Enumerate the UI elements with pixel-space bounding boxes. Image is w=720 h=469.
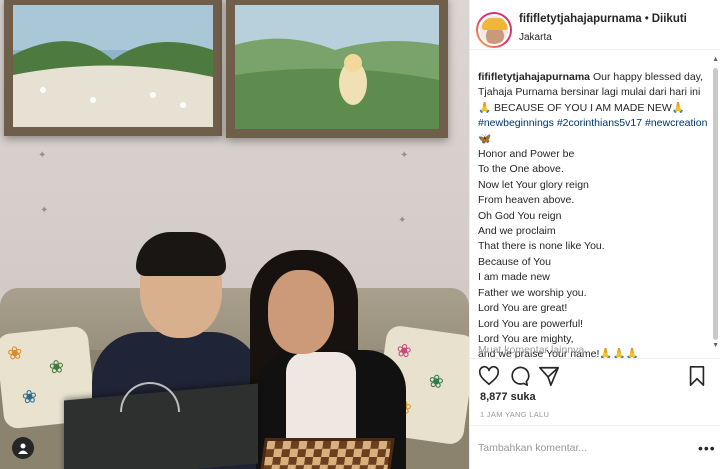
- wall-decoration: ✦: [398, 215, 407, 226]
- separator-dot: •: [644, 13, 649, 25]
- share-icon[interactable]: [538, 365, 560, 387]
- comment-input[interactable]: [478, 440, 678, 456]
- caption-line: Lord You are powerful!: [478, 317, 584, 330]
- person-woman-face: [268, 270, 334, 354]
- post-sidebar: fififletytjahajapurnama • Diikuti Jakarta …: [469, 0, 720, 469]
- hashtag-link[interactable]: #2corinthians5v17: [557, 117, 642, 129]
- location-link[interactable]: Jakarta: [519, 32, 552, 43]
- avatar[interactable]: [478, 14, 510, 46]
- caption-line: Lord You are great!: [478, 302, 568, 315]
- story-ring[interactable]: [476, 12, 512, 48]
- caption-line: Because of You: [478, 255, 551, 268]
- hashtag-link[interactable]: #newbeginnings: [478, 117, 554, 129]
- post-photo[interactable]: ✦ ✦ ✦ ✦ ❀ ❀ ❀ ❀ ❀ ❀: [0, 0, 469, 469]
- more-options-button[interactable]: •••: [698, 440, 716, 456]
- painting-right: [226, 0, 448, 138]
- caption-line: I am made new: [478, 271, 550, 284]
- caption-emoji: 🦋: [478, 132, 492, 145]
- painting-left: [4, 0, 222, 136]
- bookmark-icon[interactable]: [686, 365, 708, 387]
- load-more-comments-link[interactable]: Muat komentar lainnya: [478, 344, 584, 356]
- caption: fififletytjahajapurnama Our happy blesse…: [478, 70, 714, 363]
- post-header: fififletytjahajapurnama • Diikuti Jakarta: [470, 0, 720, 50]
- scroll-down-arrow-icon[interactable]: ▼: [712, 342, 719, 349]
- wall-decoration: ✦: [400, 150, 409, 161]
- action-bar: [470, 358, 720, 390]
- wall-decoration: ✦: [38, 150, 47, 161]
- caption-line: Honor and Power be: [478, 148, 575, 161]
- caption-line: Father we worship you.: [478, 286, 587, 299]
- comment-form: •••: [470, 425, 720, 469]
- caption-line: From heaven above.: [478, 194, 575, 207]
- caption-username[interactable]: fififletytjahajapurnama: [478, 71, 590, 83]
- chess-board: [259, 438, 395, 469]
- person-boy-hair: [136, 232, 226, 276]
- caption-line: And we proclaim: [478, 225, 556, 238]
- likes-count[interactable]: 8,877 suka: [480, 391, 536, 403]
- scrollbar-thumb[interactable]: [713, 68, 718, 340]
- caption-line: Oh God You reign: [478, 209, 562, 222]
- caption-line: That there is none like You.: [478, 240, 605, 253]
- caption-line: To the One above.: [478, 163, 564, 176]
- comment-icon[interactable]: [508, 365, 530, 387]
- username-link[interactable]: fififletytjahajapurnama: [519, 13, 642, 25]
- hashtag-link[interactable]: #newcreation: [645, 117, 707, 129]
- post-timestamp[interactable]: 1 JAM YANG LALU: [480, 410, 549, 419]
- follow-status-button[interactable]: Diikuti: [652, 13, 687, 25]
- scroll-up-arrow-icon[interactable]: ▲: [712, 56, 719, 63]
- heart-icon[interactable]: [478, 365, 500, 387]
- username-line: fififletytjahajapurnama • Diikuti: [519, 13, 687, 25]
- caption-line: Now let Your glory reign: [478, 178, 589, 191]
- wall-decoration: ✦: [40, 205, 49, 216]
- person-tag-icon[interactable]: [12, 437, 34, 459]
